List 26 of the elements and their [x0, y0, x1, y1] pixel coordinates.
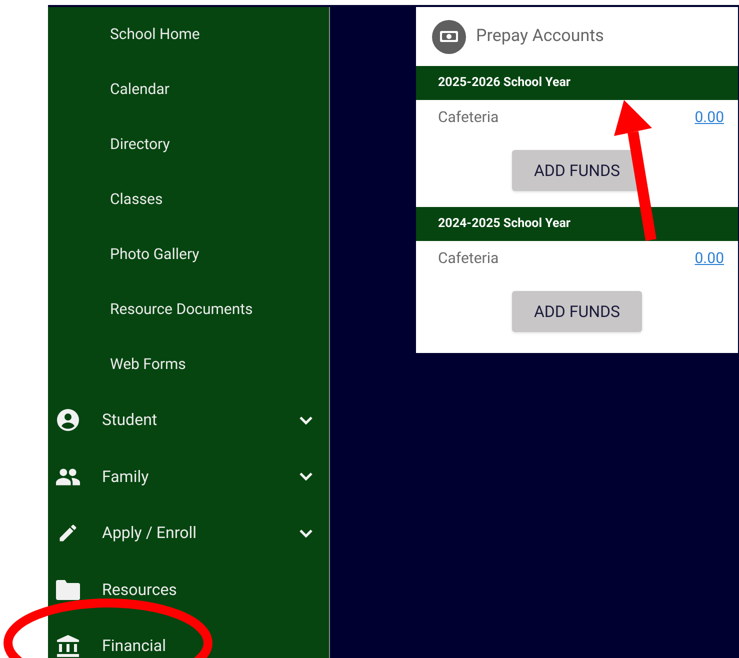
sidebar-subitem[interactable]: Calendar: [110, 78, 170, 101]
sidebar-subitem[interactable]: Directory: [110, 133, 170, 156]
year-header: 2024-2025 School Year: [416, 207, 738, 241]
account-circle-icon: [56, 408, 80, 432]
card-title: Prepay Accounts: [476, 24, 604, 48]
money-icon: [432, 20, 466, 54]
pencil-icon: [57, 522, 79, 544]
balance-link[interactable]: 0.00: [694, 246, 724, 270]
account-name: Cafeteria: [438, 248, 499, 269]
bank-icon: [56, 635, 80, 658]
sidebar-subitem[interactable]: Web Forms: [110, 353, 186, 376]
sidebar-item[interactable]: Financial: [102, 634, 313, 658]
sidebar-item[interactable]: Resources: [102, 578, 313, 602]
sidebar-item[interactable]: Student: [102, 408, 299, 432]
balance-link[interactable]: 0.00: [694, 106, 724, 128]
people-icon: [56, 468, 80, 486]
sidebar-subitem[interactable]: Resource Documents: [110, 298, 253, 321]
account-name: Cafeteria: [438, 106, 499, 128]
sidebar-item[interactable]: Apply / Enroll: [102, 521, 299, 546]
sidebar-subitem[interactable]: Photo Gallery: [110, 243, 200, 266]
add-funds-button[interactable]: ADD FUNDS: [512, 291, 642, 332]
sidebar-subitem[interactable]: School Home: [110, 23, 200, 46]
folder-icon: [56, 580, 80, 600]
sidebar-item[interactable]: Family: [102, 464, 299, 489]
year-header: 2025-2026 School Year: [416, 66, 738, 100]
sidebar-subitem[interactable]: Classes: [110, 188, 163, 211]
